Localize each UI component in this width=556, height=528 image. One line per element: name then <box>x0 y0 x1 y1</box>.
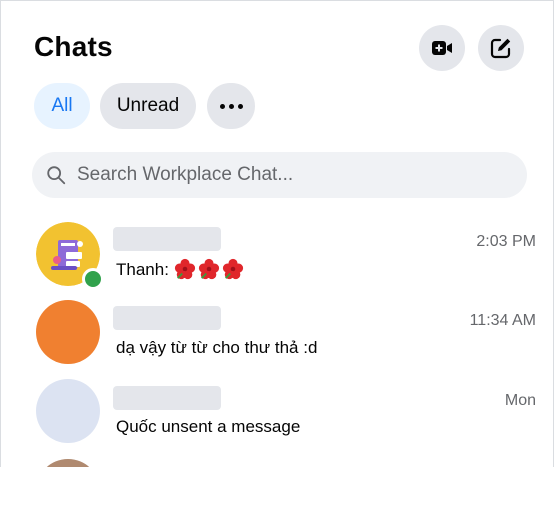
chat-timestamp: 2:03 PM <box>476 233 536 250</box>
new-message-button[interactable] <box>478 25 524 71</box>
preview-sender: Thanh: <box>116 260 174 279</box>
online-status-indicator <box>82 268 104 290</box>
new-video-call-button[interactable] <box>419 25 465 71</box>
chat-name-redacted <box>113 306 221 330</box>
chat-name-redacted <box>113 227 221 251</box>
chat-preview: Quốc unsent a message <box>116 417 301 436</box>
avatar <box>36 300 100 364</box>
search-icon <box>47 166 66 185</box>
chats-panel: Chats All Unread Search Workplace Chat..… <box>0 0 554 467</box>
chat-list-item[interactable]: Mon Quốc unsent a message <box>1 377 553 453</box>
page-title: Chats <box>34 31 113 62</box>
avatar <box>36 459 100 467</box>
chat-preview: Thanh: <box>116 258 246 280</box>
chat-timestamp: 11:34 AM <box>469 312 536 329</box>
filter-unread-tab[interactable]: Unread <box>100 83 196 129</box>
more-icon <box>219 103 243 109</box>
video-plus-icon <box>432 41 452 55</box>
hibiscus-icon <box>222 258 243 280</box>
hibiscus-icon <box>198 258 219 280</box>
chat-list-item[interactable]: 11:34 AM dạ vậy từ từ cho thư thả :d <box>1 297 553 373</box>
chat-timestamp: Mon <box>504 392 536 409</box>
hibiscus-icon <box>174 258 195 280</box>
compose-icon <box>490 38 511 59</box>
more-filters-button[interactable] <box>207 83 255 129</box>
chat-preview: dạ vậy từ từ cho thư thả :d <box>116 338 318 357</box>
search-bar[interactable] <box>32 152 527 198</box>
chat-list-item[interactable]: 2:03 PM Thanh: <box>1 218 553 294</box>
chat-name-redacted <box>113 386 221 410</box>
filter-all-tab[interactable]: All <box>34 83 90 129</box>
avatar <box>36 379 100 443</box>
search-input[interactable] <box>77 164 497 186</box>
